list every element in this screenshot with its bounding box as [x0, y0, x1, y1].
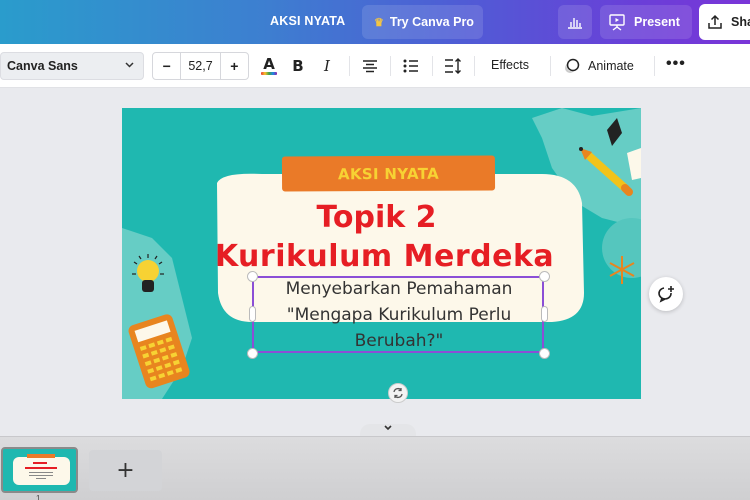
- color-swatch-bar: [261, 72, 277, 75]
- crown-icon: ♛: [374, 16, 384, 29]
- resize-handle-top-left[interactable]: [247, 271, 258, 282]
- add-comment-icon: [658, 286, 674, 303]
- resize-handle-bottom-right[interactable]: [539, 348, 550, 359]
- effects-button[interactable]: Effects: [491, 58, 529, 72]
- toolbar-divider: [654, 56, 655, 76]
- thumbnail-subtitle-line: [29, 472, 53, 473]
- toolbar-divider: [474, 56, 475, 76]
- slide-title-line1[interactable]: Topik 2: [122, 200, 636, 235]
- more-options-button[interactable]: •••: [666, 55, 686, 73]
- page-number: 1: [36, 494, 41, 500]
- resize-handle-right[interactable]: [541, 306, 548, 322]
- slide-canvas[interactable]: AKSI NYATA Topik 2 Kurikulum Merdeka Men…: [122, 108, 641, 399]
- share-button[interactable]: Share: [699, 4, 750, 40]
- font-family-dropdown[interactable]: Canva Sans: [0, 52, 144, 80]
- chevron-down-icon: [124, 59, 135, 73]
- animate-button[interactable]: Animate: [563, 54, 634, 78]
- top-bar: AKSI NYATA ♛ Try Canva Pro Present Share: [0, 0, 750, 44]
- add-page-button[interactable]: +: [89, 450, 162, 491]
- present-button[interactable]: Present: [600, 5, 692, 39]
- share-label: Share: [731, 15, 750, 29]
- toolbar-divider: [349, 56, 350, 76]
- bulleted-list-icon: [403, 59, 418, 73]
- italic-button[interactable]: I: [318, 54, 336, 78]
- subtitle-line: Menyebarkan Pemahaman: [285, 279, 513, 299]
- slide-title-line2[interactable]: Kurikulum Merdeka: [125, 239, 641, 274]
- thumbnail-title-line: [25, 467, 57, 469]
- font-family-value: Canva Sans: [7, 59, 78, 73]
- rotate-handle[interactable]: [388, 383, 408, 403]
- slide-tag[interactable]: AKSI NYATA: [281, 155, 496, 192]
- toolbar-divider: [390, 56, 391, 76]
- subtitle-line: Berubah?": [354, 331, 444, 351]
- text-color-icon: A: [263, 55, 275, 73]
- text-toolbar: Canva Sans − 52,7 + A B I Effects Animat…: [0, 44, 750, 88]
- try-canva-pro-button[interactable]: ♛ Try Canva Pro: [362, 5, 483, 39]
- chevron-down-icon: [384, 425, 392, 431]
- animate-label: Animate: [588, 59, 634, 73]
- resize-handle-top-right[interactable]: [539, 271, 550, 282]
- bold-button[interactable]: B: [289, 54, 307, 78]
- toolbar-divider: [432, 56, 433, 76]
- text-color-button[interactable]: A: [258, 54, 280, 78]
- align-center-button[interactable]: [360, 54, 380, 78]
- spacing-button[interactable]: [443, 54, 463, 78]
- thumbnail-title-line: [33, 462, 47, 464]
- subtitle-line: "Mengapa Kurikulum Perlu: [286, 305, 512, 325]
- bar-chart-icon: [568, 18, 582, 29]
- thumbnail-subtitle-line: [29, 475, 53, 476]
- try-pro-label: Try Canva Pro: [389, 15, 474, 29]
- document-title[interactable]: AKSI NYATA: [270, 14, 345, 28]
- font-size-stepper: − 52,7 +: [152, 52, 249, 80]
- resize-handle-left[interactable]: [249, 306, 256, 322]
- add-comment-button[interactable]: [649, 277, 683, 311]
- toolbar-divider: [550, 56, 551, 76]
- present-label: Present: [634, 15, 680, 29]
- decrease-font-size-button[interactable]: −: [153, 53, 180, 79]
- page-thumbnail[interactable]: [1, 447, 78, 493]
- slide-subtitle[interactable]: Menyebarkan Pemahaman "Mengapa Kurikulum…: [254, 276, 544, 354]
- rotate-icon: [393, 387, 403, 399]
- align-center-icon: [363, 60, 377, 73]
- increase-font-size-button[interactable]: +: [221, 53, 248, 79]
- presentation-icon: [609, 14, 625, 31]
- thumbnail-tag: [27, 454, 55, 458]
- upload-icon: [708, 14, 722, 29]
- animate-icon: [565, 58, 580, 73]
- font-size-input[interactable]: 52,7: [180, 53, 221, 79]
- insights-button[interactable]: [558, 5, 592, 39]
- thumbnail-subtitle-line: [36, 478, 46, 479]
- list-button[interactable]: [401, 54, 421, 78]
- line-spacing-icon: [445, 58, 461, 74]
- resize-handle-bottom-left[interactable]: [247, 348, 258, 359]
